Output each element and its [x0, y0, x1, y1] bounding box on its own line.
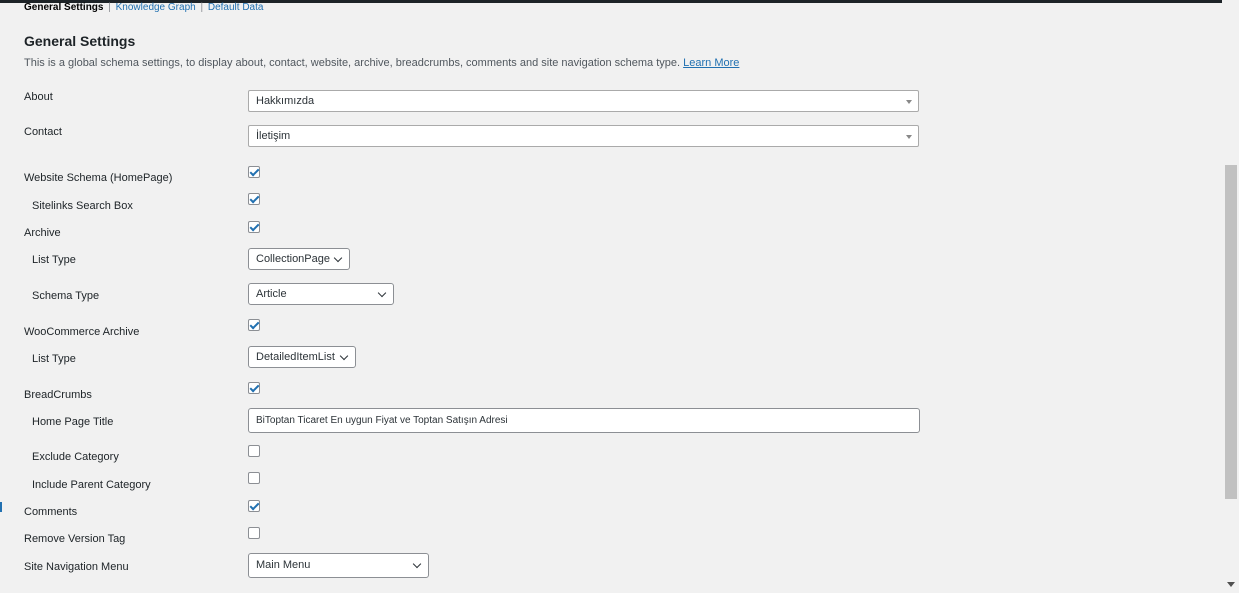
archive-checkbox[interactable]	[248, 221, 260, 233]
edge-indicator	[0, 502, 2, 512]
about-label: About	[24, 91, 53, 103]
subtabs-nav: General Settings | Knowledge Graph | Def…	[24, 2, 263, 14]
contact-select[interactable]: İletişim	[248, 125, 919, 147]
remove-version-tag-label: Remove Version Tag	[24, 533, 126, 545]
breadcrumbs-label: BreadCrumbs	[24, 389, 92, 401]
contact-label: Contact	[24, 126, 62, 138]
website-schema-label: Website Schema (HomePage)	[24, 172, 173, 184]
comments-label: Comments	[24, 506, 78, 518]
site-navigation-menu-value: Main Menu	[256, 559, 311, 571]
chevron-down-icon	[377, 288, 387, 298]
site-navigation-menu-label: Site Navigation Menu	[24, 561, 129, 573]
scrollbar-thumb[interactable]	[1225, 165, 1237, 499]
about-select[interactable]: Hakkımızda	[248, 90, 919, 112]
woo-list-type-label: List Type	[32, 353, 76, 365]
tab-separator: |	[108, 2, 111, 13]
tab-default-data[interactable]: Default Data	[208, 2, 264, 13]
schema-type-label: Schema Type	[32, 290, 100, 302]
home-page-title-label: Home Page Title	[32, 416, 114, 428]
contact-select-value: İletişim	[256, 130, 291, 142]
comments-checkbox[interactable]	[248, 500, 260, 512]
archive-list-type-label: List Type	[32, 254, 76, 266]
woocommerce-archive-label: WooCommerce Archive	[24, 326, 140, 338]
dropdown-arrow-icon	[906, 100, 912, 104]
schema-type-select[interactable]: Article	[248, 283, 394, 305]
sitelinks-search-label: Sitelinks Search Box	[32, 200, 133, 212]
exclude-category-label: Exclude Category	[32, 451, 119, 463]
schema-type-value: Article	[256, 288, 287, 300]
website-schema-checkbox[interactable]	[248, 166, 260, 178]
archive-list-type-value: CollectionPage	[256, 253, 330, 265]
archive-label: Archive	[24, 227, 61, 239]
exclude-category-checkbox[interactable]	[248, 445, 260, 457]
woocommerce-archive-checkbox[interactable]	[248, 319, 260, 331]
scroll-down-arrow-icon[interactable]	[1227, 582, 1235, 587]
site-navigation-menu-select[interactable]: Main Menu	[248, 553, 429, 578]
learn-more-link[interactable]: Learn More	[683, 57, 739, 69]
page-title: General Settings	[24, 33, 136, 49]
remove-version-tag-checkbox[interactable]	[248, 527, 260, 539]
archive-list-type-select[interactable]: CollectionPage	[248, 248, 350, 270]
chevron-down-icon	[412, 559, 422, 569]
dropdown-arrow-icon	[906, 135, 912, 139]
about-select-value: Hakkımızda	[256, 95, 315, 107]
page-description: This is a global schema settings, to dis…	[24, 57, 739, 69]
include-parent-category-checkbox[interactable]	[248, 472, 260, 484]
chevron-down-icon	[339, 351, 349, 361]
include-parent-category-label: Include Parent Category	[32, 479, 151, 491]
breadcrumbs-checkbox[interactable]	[248, 382, 260, 394]
tab-knowledge-graph[interactable]: Knowledge Graph	[116, 2, 196, 13]
woo-list-type-value: DetailedItemList	[256, 351, 335, 363]
home-page-title-input[interactable]: BiToptan Ticaret En uygun Fiyat ve Topta…	[248, 408, 920, 433]
tab-separator: |	[200, 2, 204, 13]
woo-list-type-select[interactable]: DetailedItemList	[248, 346, 356, 368]
sitelinks-search-checkbox[interactable]	[248, 193, 260, 205]
chevron-down-icon	[333, 253, 343, 263]
description-text: This is a global schema settings, to dis…	[24, 57, 681, 69]
tab-general-settings[interactable]: General Settings	[24, 2, 103, 13]
